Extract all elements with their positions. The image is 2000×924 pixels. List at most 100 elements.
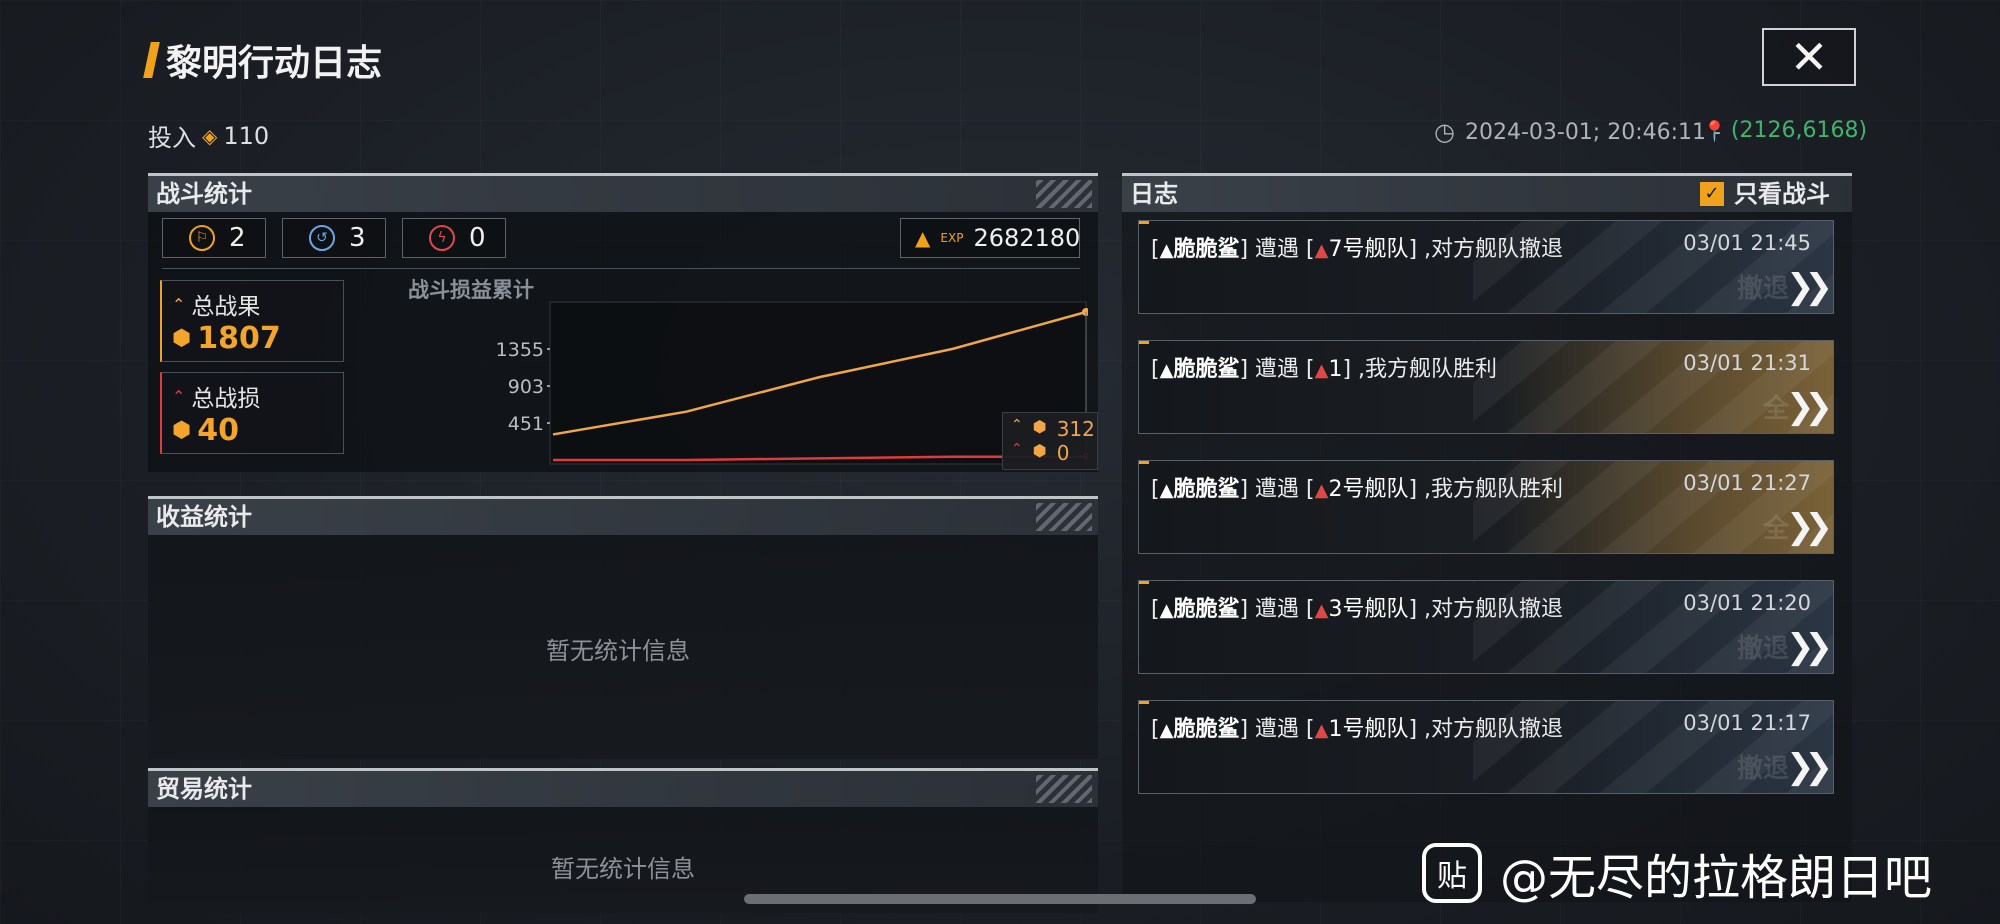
trade-header: 贸易统计	[148, 771, 1098, 807]
close-button[interactable]: ✕	[1762, 28, 1856, 86]
entry-accent	[1139, 221, 1149, 224]
header-stripes	[1036, 180, 1092, 208]
enemy-fleet-icon: ▲	[1314, 480, 1329, 501]
total-loss-label: 总战损	[191, 386, 261, 412]
log-entry[interactable]: [▲脆脆鲨] 遭遇 [▲2号舰队] ,我方舰队胜利 03/01 21:27 全 …	[1138, 460, 1834, 554]
watermark-text: @无尽的拉格朗日吧	[1500, 850, 1933, 906]
datetime-text: 2024-03-01; 20:46:11 -	[1464, 119, 1721, 145]
log-header: 日志 ✓ 只看战斗	[1122, 176, 1852, 212]
page-title-text: 黎明行动日志	[166, 43, 383, 84]
total-gain-box: ⌃ 总战果 ⬢ 1807	[160, 280, 344, 362]
chevron-right-icon[interactable]: ❯❯	[1786, 747, 1833, 787]
defeat-icon: ϟ	[429, 225, 455, 251]
clock-icon: ◷	[1434, 118, 1455, 146]
total-loss-value-row: ⬢ 40	[162, 413, 343, 448]
log-entry[interactable]: [▲脆脆鲨] 遭遇 [▲7号舰队] ,对方舰队撤退 03/01 21:45 撤退…	[1138, 220, 1834, 314]
income-panel: 收益统计 暂无统计信息	[148, 496, 1098, 759]
log-result: ,对方舰队撤退	[1424, 717, 1564, 742]
friendly-fleet-icon: ▲	[1159, 360, 1174, 381]
enemy-fleet-name: 1号舰队	[1328, 717, 1409, 742]
friendly-fleet-name: 脆脆鲨	[1173, 597, 1240, 622]
trade-title: 贸易统计	[156, 775, 252, 803]
log-entry[interactable]: [▲脆脆鲨] 遭遇 [▲1] ,我方舰队胜利 03/01 21:31 全 ❯❯	[1138, 340, 1834, 434]
enemy-fleet-icon: ▲	[1314, 240, 1329, 261]
entry-accent	[1139, 701, 1149, 704]
invest-info: 投入 ◈ 110	[148, 118, 269, 153]
coin-icon: ⬢	[1032, 441, 1047, 460]
close-icon: ✕	[1789, 30, 1829, 84]
chevron-right-icon[interactable]: ❯❯	[1786, 267, 1833, 307]
enemy-fleet-icon: ▲	[1314, 720, 1329, 741]
log-verb: 遭遇	[1255, 237, 1300, 262]
chip-victory: ⚐ 2	[162, 218, 266, 258]
log-result: ,对方舰队撤退	[1424, 597, 1564, 622]
log-entry[interactable]: [▲脆脆鲨] 遭遇 [▲1号舰队] ,对方舰队撤退 03/01 21:17 撤退…	[1138, 700, 1834, 794]
log-verb: 遭遇	[1255, 717, 1300, 742]
tooltip-loss-value: 0	[1056, 441, 1070, 465]
log-entry-text: [▲脆脆鲨] 遭遇 [▲7号舰队] ,对方舰队撤退	[1151, 237, 1564, 262]
tooltip-loss-row: ⌃ ⬢ 0	[1011, 441, 1069, 465]
entry-accent	[1139, 461, 1149, 464]
friendly-fleet-name: 脆脆鲨	[1173, 357, 1240, 382]
tooltip-gain-row: ⌃ ⬢ 312	[1011, 417, 1095, 441]
battle-only-filter[interactable]: ✓ 只看战斗	[1700, 176, 1830, 212]
chevron-right-icon[interactable]: ❯❯	[1786, 507, 1833, 547]
total-gain-value-row: ⬢ 1807	[162, 321, 343, 356]
log-time: 03/01 21:20	[1683, 591, 1811, 615]
battle-panel: 战斗统计 ⚐ 2 ↺ 3 ϟ 0 ▲ EXP 2682180 ⌃ 总战果 ⬢ 1…	[148, 173, 1098, 472]
coin-icon: ⬢	[172, 418, 192, 443]
chip-defeat-value: 0	[469, 223, 486, 253]
y-ticks: 1355 903 451	[496, 339, 550, 435]
flag-icon: ⚐	[189, 225, 215, 251]
friendly-fleet-icon: ▲	[1159, 600, 1174, 621]
header-stripes	[1036, 503, 1092, 531]
total-loss-box: ⌃ 总战损 ⬢ 40	[160, 372, 344, 454]
income-title: 收益统计	[156, 503, 252, 531]
chip-defeat: ϟ 0	[402, 218, 506, 258]
coordinates[interactable]: 📍 (2126,6168)	[1702, 118, 1867, 143]
friendly-fleet-name: 脆脆鲨	[1173, 237, 1240, 262]
exp-label: EXP	[940, 231, 964, 245]
invest-label: 投入	[148, 124, 196, 152]
checkbox-icon[interactable]: ✓	[1700, 182, 1724, 206]
battle-header: 战斗统计	[148, 176, 1098, 212]
header-stripes	[1036, 775, 1092, 803]
source-watermark: 贴 @无尽的拉格朗日吧	[1422, 838, 1932, 908]
log-time: 03/01 21:17	[1683, 711, 1811, 735]
exp-chip: ▲ EXP 2682180	[900, 218, 1080, 258]
result-watermark: 撤退	[1736, 634, 1789, 664]
result-watermark: 撤退	[1736, 754, 1789, 784]
chart-tooltip: ⌃ ⬢ 312 ⌃ ⬢ 0	[1002, 412, 1098, 470]
entry-accent	[1139, 581, 1149, 584]
enemy-fleet-name: 3号舰队	[1328, 597, 1409, 622]
y-tick-label: 903	[508, 376, 544, 398]
chip-retreat-value: 3	[349, 223, 366, 253]
log-verb: 遭遇	[1255, 597, 1300, 622]
total-gain-label-row: ⌃ 总战果	[162, 281, 343, 321]
enemy-fleet-name: 7号舰队	[1328, 237, 1409, 262]
chevron-right-icon[interactable]: ❯❯	[1786, 627, 1833, 667]
total-gain-label: 总战果	[191, 294, 261, 320]
log-verb: 遭遇	[1255, 477, 1300, 502]
trade-empty-text: 暂无统计信息	[551, 855, 695, 883]
coin-icon: ⬢	[1032, 417, 1047, 436]
page-title: 黎明行动日志	[143, 34, 383, 86]
home-indicator[interactable]	[744, 894, 1256, 904]
total-gain-value: 1807	[197, 321, 281, 356]
log-entry-text: [▲脆脆鲨] 遭遇 [▲1号舰队] ,对方舰队撤退	[1151, 717, 1564, 742]
friendly-fleet-name: 脆脆鲨	[1173, 477, 1240, 502]
log-result: ,我方舰队胜利	[1424, 477, 1564, 502]
enemy-fleet-icon: ▲	[1314, 600, 1329, 621]
log-time: 03/01 21:31	[1683, 351, 1811, 375]
result-watermark: 撤退	[1736, 274, 1789, 304]
tieba-logo-icon: 贴	[1422, 843, 1482, 903]
coin-icon: ⬢	[172, 326, 192, 351]
enemy-fleet-name: 2号舰队	[1328, 477, 1409, 502]
chevron-right-icon[interactable]: ❯❯	[1786, 387, 1833, 427]
trend-icon: ⌃	[1011, 417, 1023, 433]
chip-divider	[162, 268, 1080, 269]
trend-icon: ⌃	[1011, 441, 1023, 457]
log-entry[interactable]: [▲脆脆鲨] 遭遇 [▲3号舰队] ,对方舰队撤退 03/01 21:20 撤退…	[1138, 580, 1834, 674]
log-result: ,我方舰队胜利	[1358, 357, 1498, 382]
income-header: 收益统计	[148, 499, 1098, 535]
